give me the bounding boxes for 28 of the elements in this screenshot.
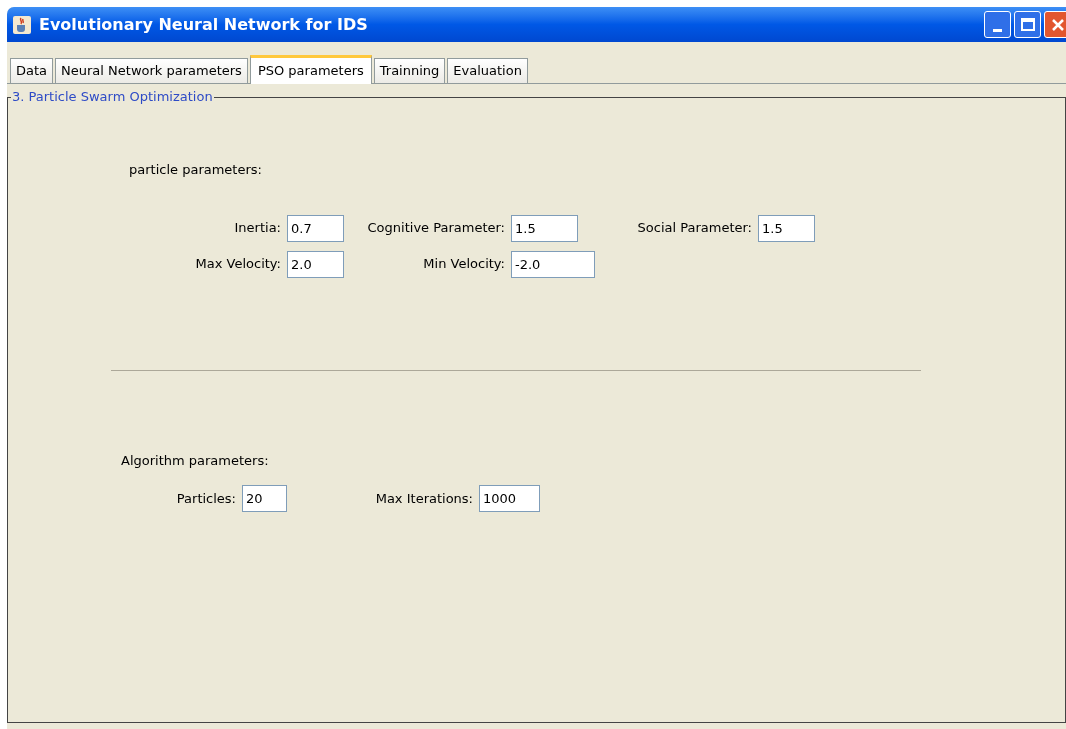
- input-field[interactable]: 20: [242, 485, 287, 512]
- coffee-cup-icon: [13, 15, 31, 34]
- window-title: Evolutionary Neural Network for IDS: [39, 13, 368, 36]
- maximize-button[interactable]: [1014, 11, 1041, 38]
- tab[interactable]: Evaluation: [447, 58, 528, 83]
- field-label: Particles:: [175, 489, 237, 508]
- tab[interactable]: Data: [10, 58, 54, 83]
- field-label: Max Velocity:: [194, 255, 282, 274]
- tab[interactable]: Neural Network parameters: [55, 58, 248, 83]
- field-label: Inertia:: [233, 219, 282, 238]
- close-icon: [1050, 17, 1065, 32]
- input-field[interactable]: 1.5: [758, 214, 815, 242]
- tab[interactable]: PSO parameters: [249, 55, 372, 84]
- field-label: Cognitive Parameter:: [366, 219, 506, 238]
- field-label: Min Velocity:: [422, 255, 506, 274]
- input-field[interactable]: 2.0: [287, 250, 344, 278]
- close-button[interactable]: [1044, 11, 1066, 38]
- input-field[interactable]: 1.5: [511, 214, 578, 242]
- input-field[interactable]: 0.7: [287, 214, 344, 242]
- field-label: Social Parameter:: [636, 219, 753, 238]
- section-heading: Algorithm parameters:: [121, 451, 269, 470]
- input-field[interactable]: -2.0: [511, 250, 595, 278]
- input-field[interactable]: 1000: [479, 485, 540, 512]
- section-heading: particle parameters:: [129, 161, 262, 179]
- minimize-button[interactable]: [984, 11, 1011, 38]
- field-label: Max Iterations:: [374, 489, 474, 508]
- group-title: 3. Particle Swarm Optimization: [11, 88, 214, 106]
- tab[interactable]: Trainning: [373, 58, 446, 83]
